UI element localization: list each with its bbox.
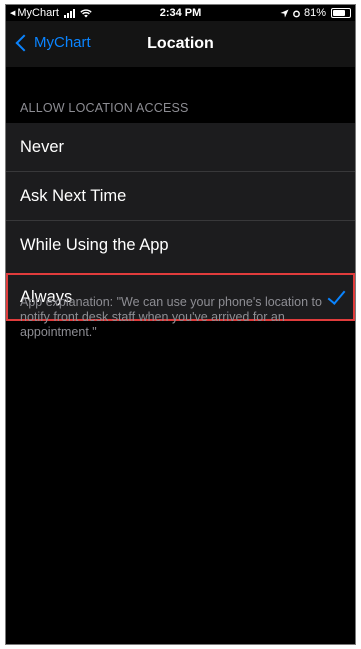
option-never[interactable]: Never — [6, 123, 355, 171]
page-title: Location — [147, 35, 214, 52]
battery-percentage: 81% — [303, 7, 326, 19]
option-while-using-app[interactable]: While Using the App — [6, 220, 355, 269]
alarm-icon — [293, 10, 300, 17]
option-label: Ask Next Time — [20, 186, 127, 205]
option-label: Never — [20, 137, 65, 156]
option-ask-next-time[interactable]: Ask Next Time — [6, 171, 355, 220]
status-bar: ◀ MyChart 2:34 PM 81% — [6, 5, 355, 21]
navigation-bar: MyChart Location — [6, 21, 355, 67]
section-header: ALLOW LOCATION ACCESS — [20, 101, 189, 115]
location-options-list: Never Ask Next Time While Using the App … — [6, 123, 355, 321]
battery-icon — [331, 8, 351, 18]
app-explanation-text: App explanation: "We can use your phone'… — [20, 295, 322, 339]
status-right-group: 81% — [280, 7, 351, 19]
option-label: While Using the App — [20, 235, 169, 254]
phone-screen: ◀ MyChart 2:34 PM 81% MyChart Location A… — [5, 4, 356, 645]
location-arrow-icon — [280, 8, 289, 18]
